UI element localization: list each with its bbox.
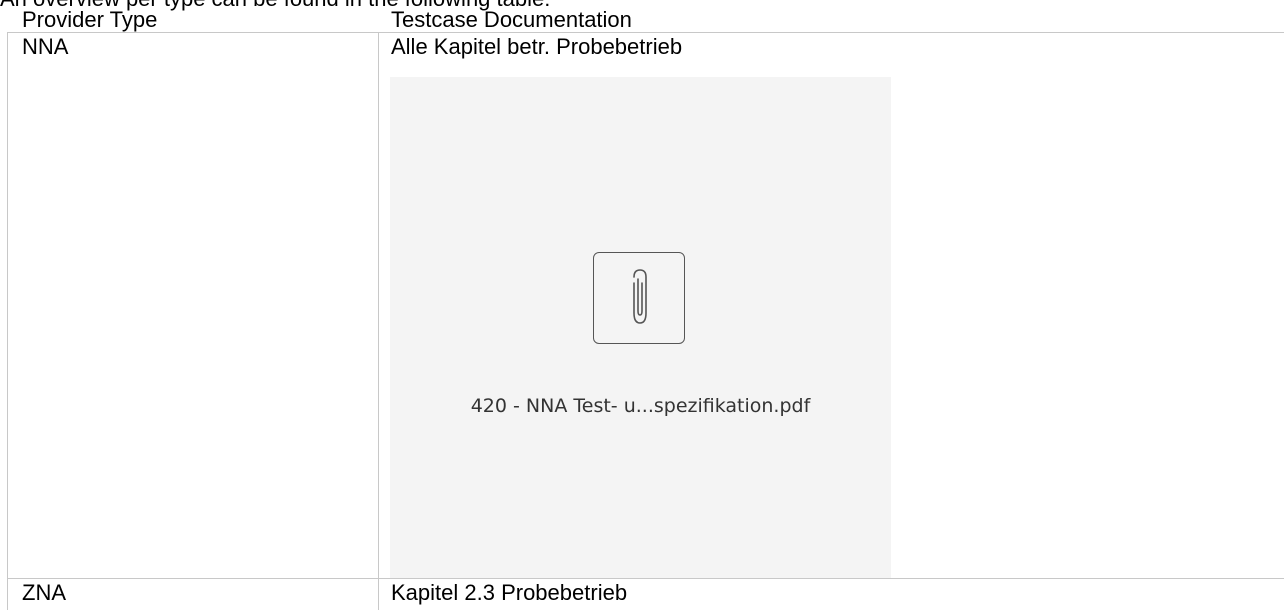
cell-provider: ZNA <box>7 578 379 610</box>
provider-label: ZNA <box>22 580 66 605</box>
cell-documentation: Kapitel 2.3 Probebetrieb <box>378 578 1284 610</box>
provider-label: NNA <box>22 34 69 59</box>
header-testcase-documentation: Testcase Documentation <box>391 7 632 32</box>
paperclip-icon <box>593 252 685 344</box>
header-provider-type: Provider Type <box>22 7 158 32</box>
attachment-filename[interactable]: 420 - NNA Test- u...spezifikation.pdf <box>390 395 891 417</box>
attachment-preview[interactable]: 420 - NNA Test- u...spezifikation.pdf <box>390 77 891 578</box>
documentation-label: Kapitel 2.3 Probebetrieb <box>391 580 628 605</box>
table-row: ZNA Kapitel 2.3 Probebetrieb <box>7 578 1284 610</box>
page: An overview per type can be found in the… <box>0 0 1284 610</box>
cell-provider: NNA <box>7 32 379 579</box>
documentation-label: Alle Kapitel betr. Probebetrieb <box>391 34 683 59</box>
table-header-row: Provider Type Testcase Documentation <box>0 8 1284 32</box>
